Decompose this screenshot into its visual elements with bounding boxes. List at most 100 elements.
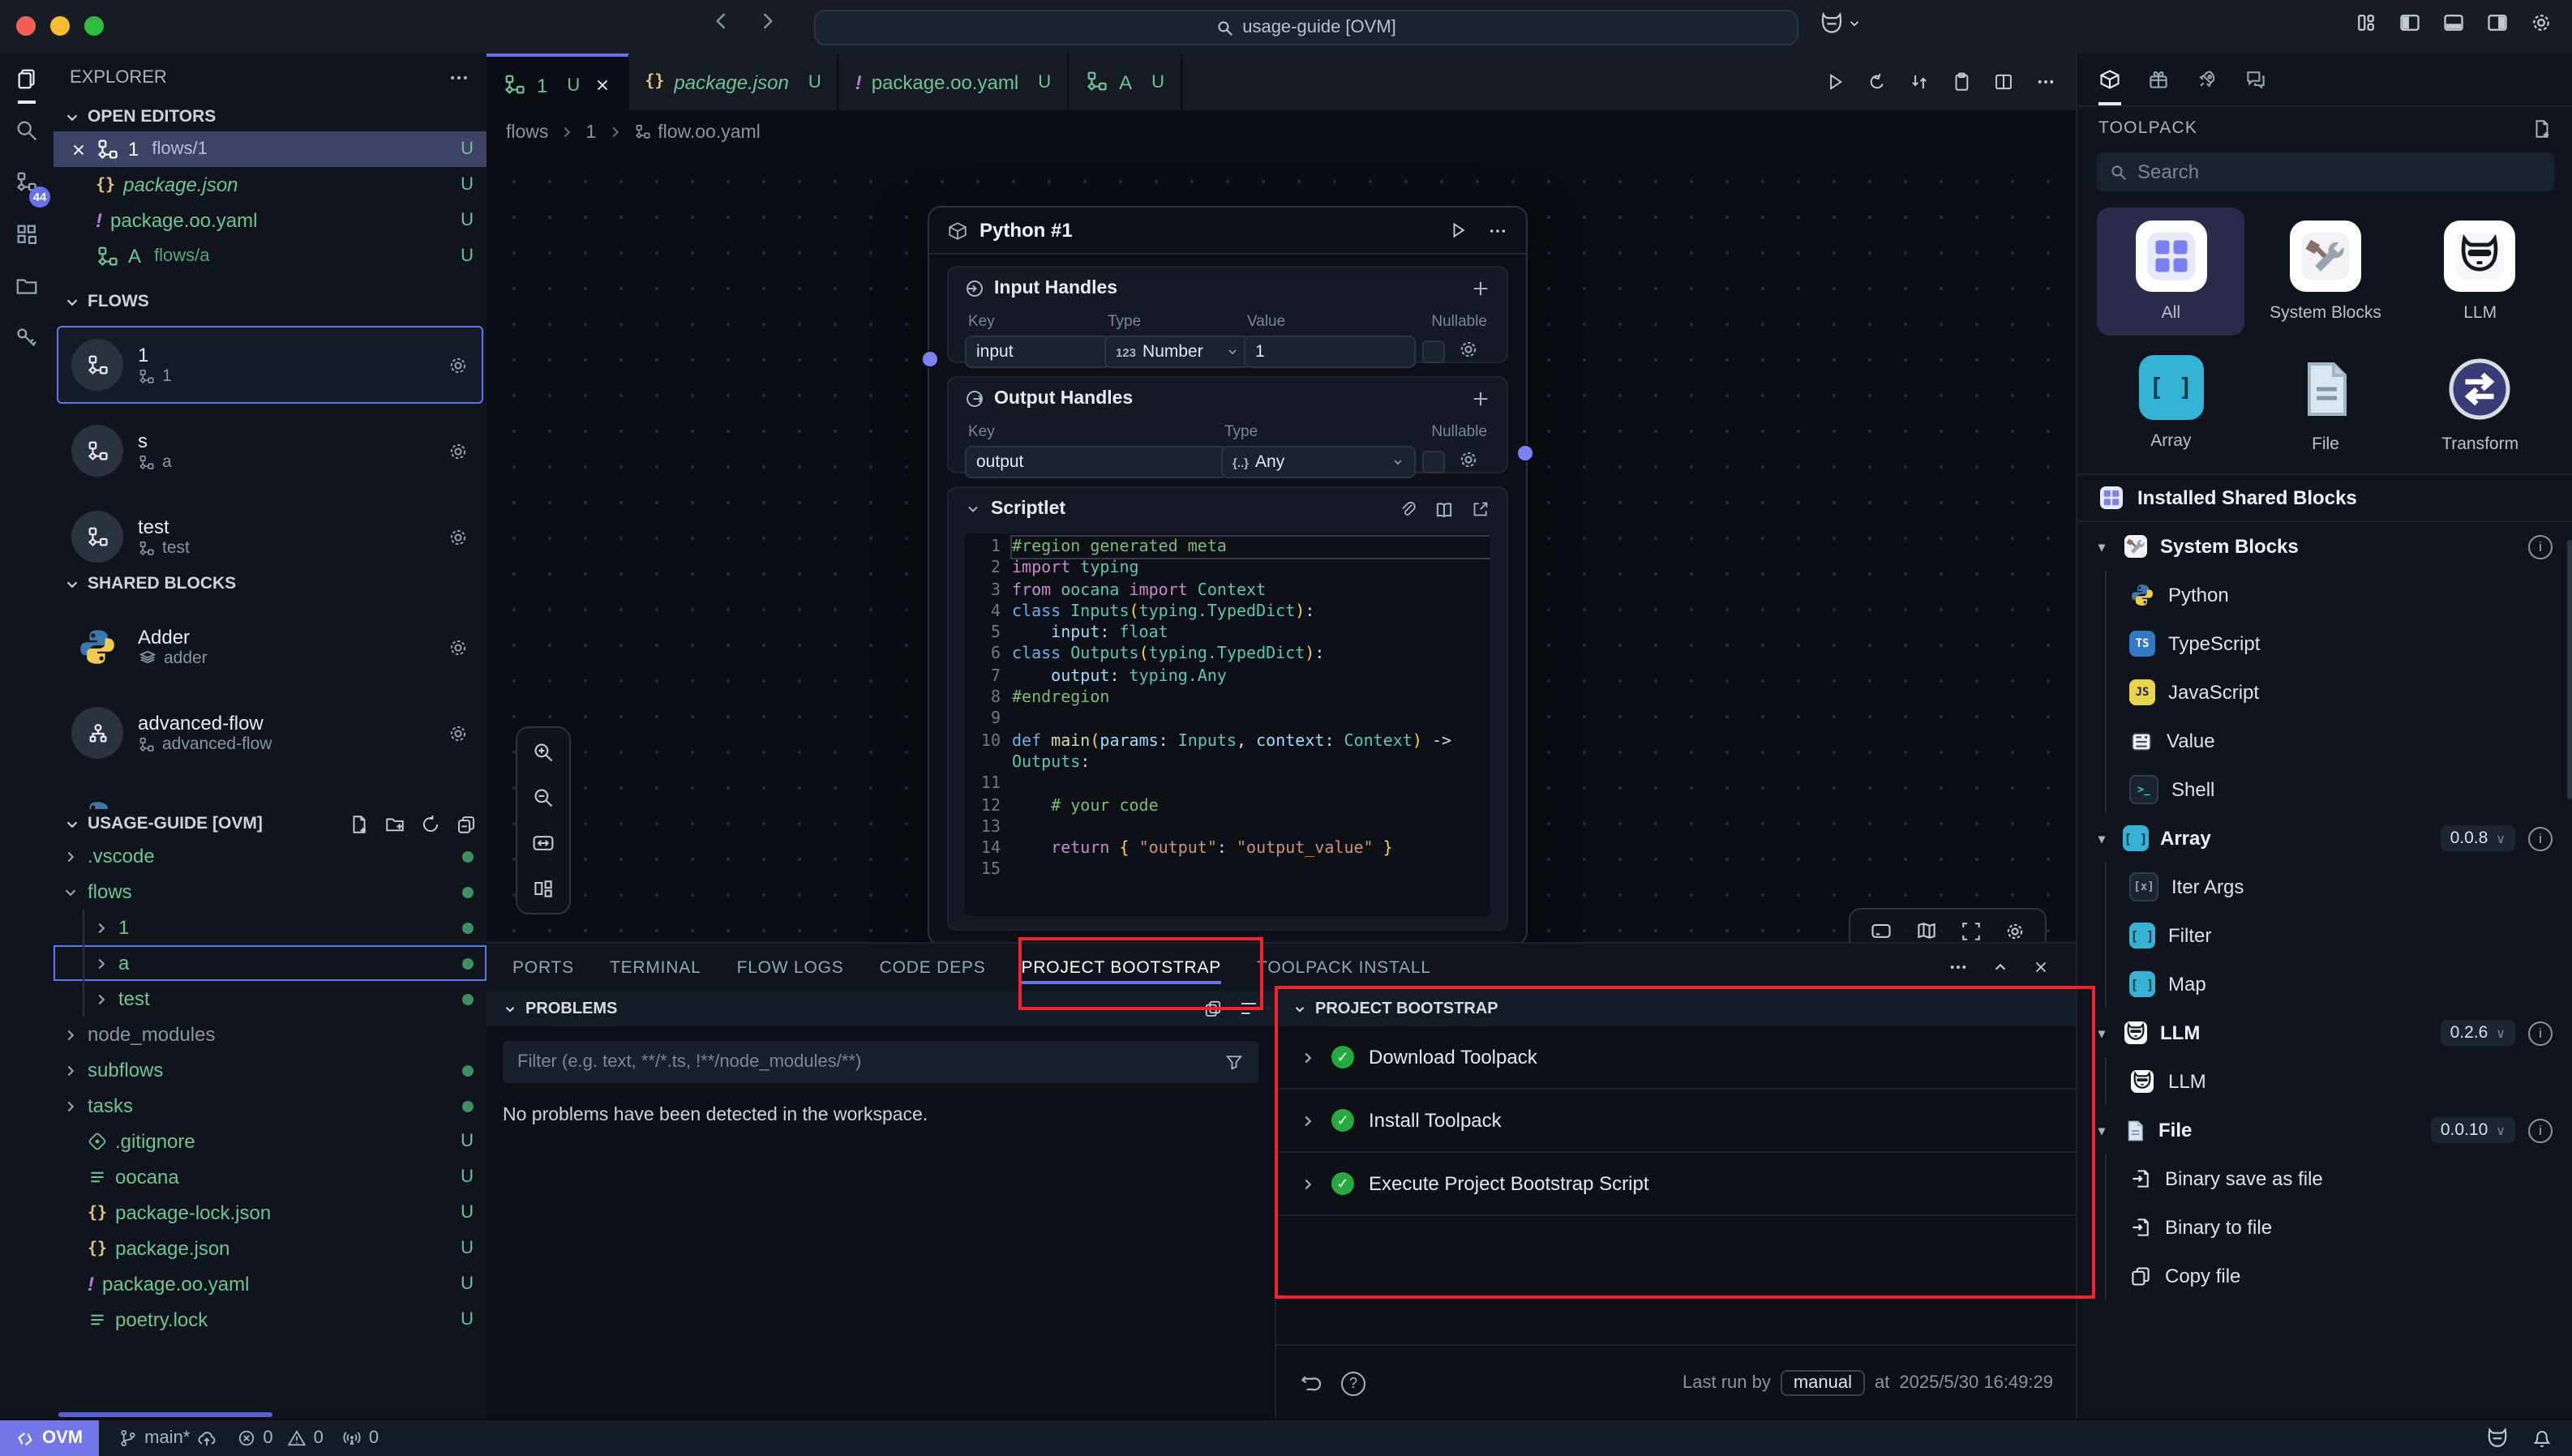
new-file-icon[interactable] bbox=[2531, 118, 2553, 139]
activity-item-blocks[interactable] bbox=[15, 222, 39, 251]
code-line[interactable]: 7 output: typing.Any bbox=[965, 666, 1490, 688]
category-array[interactable]: [ ]Array bbox=[2097, 342, 2245, 467]
input-nullable-checkbox[interactable] bbox=[1422, 340, 1445, 363]
info-icon[interactable]: i bbox=[2528, 1021, 2553, 1045]
code-line[interactable]: 1#region generated meta bbox=[965, 537, 1490, 559]
panel-tab-toolpack-install[interactable]: TOOLPACK INSTALL bbox=[1257, 944, 1431, 991]
chevron-down-icon[interactable] bbox=[503, 1001, 517, 1016]
tree-item-poetry.lock[interactable]: poetry.lockU bbox=[54, 1302, 487, 1338]
more-dots-icon[interactable] bbox=[448, 66, 470, 89]
funnel-icon[interactable] bbox=[1224, 1052, 1244, 1072]
code-line[interactable]: 12 # your code bbox=[965, 795, 1490, 817]
category-llm[interactable]: LLM bbox=[2406, 208, 2554, 336]
fox-icon[interactable] bbox=[2486, 1427, 2509, 1450]
gear-icon[interactable] bbox=[448, 636, 469, 657]
editor-tab-package.json[interactable]: {}package.jsonU bbox=[628, 54, 838, 110]
installed-block-llm[interactable]: LLM bbox=[2077, 1057, 2572, 1106]
workspace-header[interactable]: USAGE-GUIDE [OVM] bbox=[54, 809, 487, 838]
compare-icon[interactable] bbox=[1909, 71, 1930, 92]
fit-view-icon[interactable] bbox=[1961, 920, 1982, 941]
code-line[interactable]: 4class Inputs(typing.TypedDict): bbox=[965, 602, 1490, 623]
code-line[interactable]: 3from oocana import Context bbox=[965, 580, 1490, 602]
tree-item-oocana[interactable]: oocanaU bbox=[54, 1159, 487, 1195]
split-editor-icon[interactable] bbox=[1993, 71, 2014, 92]
tree-item-package.oo.yaml[interactable]: !package.oo.yamlU bbox=[54, 1266, 487, 1302]
panel-bottom-icon[interactable] bbox=[2442, 11, 2465, 34]
bootstrap-step[interactable]: ✓Execute Project Bootstrap Script bbox=[1276, 1153, 2076, 1216]
installed-group-system-blocks[interactable]: ▾System Blocksi bbox=[2077, 522, 2572, 571]
chevron-down-icon[interactable] bbox=[965, 501, 981, 517]
open-editor-item[interactable]: Aflows/aU bbox=[54, 238, 487, 274]
version-select[interactable]: 0.2.6∨ bbox=[2441, 1020, 2515, 1046]
chevron-right-icon[interactable] bbox=[1299, 1175, 1317, 1193]
code-line[interactable]: 6class Outputs(typing.TypedDict): bbox=[965, 644, 1490, 666]
assistant-menu[interactable] bbox=[1820, 11, 1862, 36]
code-line[interactable]: 9 bbox=[965, 709, 1490, 731]
panel-tab-ports[interactable]: PORTS bbox=[512, 944, 574, 991]
rerun-icon[interactable] bbox=[1867, 71, 1888, 92]
shared-block-card-advanced-flow[interactable]: advanced-flowadvanced-flow bbox=[57, 694, 483, 772]
output-edge-port[interactable] bbox=[1516, 444, 1534, 462]
editor-tab-A[interactable]: AU bbox=[1069, 54, 1182, 110]
panel-tab-terminal[interactable]: TERMINAL bbox=[610, 944, 701, 991]
panel-left-icon[interactable] bbox=[2398, 11, 2421, 34]
zoom-out-icon[interactable] bbox=[532, 786, 555, 809]
installed-block-filter[interactable]: [ ]Filter bbox=[2077, 911, 2572, 960]
back-arrow-icon[interactable] bbox=[710, 10, 733, 32]
category-all[interactable]: All bbox=[2097, 208, 2245, 336]
filter-list-icon[interactable] bbox=[1239, 999, 1258, 1018]
python-node[interactable]: Python #1 Input Handles KeyTypeValueNull… bbox=[928, 206, 1528, 942]
tree-horizontal-scrollbar[interactable] bbox=[58, 1412, 272, 1417]
problems-indicator[interactable]: 0 0 bbox=[237, 1428, 324, 1448]
tree-item-a[interactable]: a bbox=[54, 945, 487, 981]
more-dots-icon[interactable] bbox=[1487, 220, 1508, 241]
activity-item-folder[interactable] bbox=[15, 274, 39, 303]
editor-tab-package.oo.yaml[interactable]: !package.oo.yamlU bbox=[839, 54, 1069, 110]
gear-icon[interactable] bbox=[448, 808, 469, 809]
installed-group-file[interactable]: ▾File0.0.10∨i bbox=[2077, 1106, 2572, 1154]
right-scrollbar[interactable] bbox=[2567, 540, 2572, 799]
output-nullable-checkbox[interactable] bbox=[1422, 451, 1445, 473]
info-icon[interactable]: i bbox=[2528, 1118, 2553, 1142]
problems-filter-input[interactable]: Filter (e.g. text, **/*.ts, !**/node_mod… bbox=[503, 1041, 1258, 1083]
gear-icon[interactable] bbox=[448, 722, 469, 743]
breadcrumb-segment[interactable]: 1 bbox=[585, 122, 596, 142]
installed-block-binary-to-file[interactable]: Binary to file bbox=[2077, 1203, 2572, 1252]
bootstrap-step[interactable]: ✓Install Toolpack bbox=[1276, 1090, 2076, 1153]
info-icon[interactable]: i bbox=[2528, 826, 2553, 850]
activity-item-search[interactable] bbox=[15, 118, 39, 148]
toolpack-tab-rocket-icon[interactable] bbox=[2196, 54, 2218, 105]
tree-item-.gitignore[interactable]: .gitignoreU bbox=[54, 1124, 487, 1159]
shared-block-card-python[interactable]: python bbox=[57, 780, 483, 809]
open-editor-item[interactable]: 1flows/1U bbox=[54, 131, 487, 167]
code-line[interactable]: 5 input: float bbox=[965, 623, 1490, 644]
tree-item-package.json[interactable]: {}package.jsonU bbox=[54, 1231, 487, 1266]
code-line[interactable]: 11 bbox=[965, 774, 1490, 796]
copy-pages-icon[interactable] bbox=[1203, 999, 1223, 1018]
add-output-handle-icon[interactable] bbox=[1471, 389, 1490, 409]
zoom-in-icon[interactable] bbox=[532, 741, 555, 764]
maximize-chevron-icon[interactable] bbox=[1991, 957, 2009, 978]
close-traffic-light[interactable] bbox=[16, 16, 36, 36]
installed-group-llm[interactable]: ▾LLM0.2.6∨i bbox=[2077, 1008, 2572, 1057]
scriptlet-code-editor[interactable]: 1#region generated meta2import typing3fr… bbox=[965, 533, 1490, 916]
installed-block-python[interactable]: Python bbox=[2077, 571, 2572, 619]
activity-item-keys[interactable] bbox=[15, 326, 39, 355]
code-line[interactable]: 8#endregion bbox=[965, 687, 1490, 709]
bell-icon[interactable] bbox=[2531, 1427, 2553, 1450]
input-settings-gear-icon[interactable] bbox=[1458, 339, 1479, 360]
tree-item-subflows[interactable]: subflows bbox=[54, 1052, 487, 1088]
tree-item-.vscode[interactable]: .vscode bbox=[54, 838, 487, 874]
run-icon[interactable] bbox=[1824, 71, 1845, 92]
input-edge-port[interactable] bbox=[921, 350, 939, 368]
installed-group-array[interactable]: ▾[ ]Array0.0.8∨i bbox=[2077, 814, 2572, 863]
more-dots-icon[interactable] bbox=[2035, 71, 2056, 92]
panel-toggle-icon[interactable] bbox=[1870, 919, 1893, 942]
editor-tab-1[interactable]: 1U bbox=[487, 54, 628, 113]
installed-block-iter-args[interactable]: [x]Iter Args bbox=[2077, 863, 2572, 911]
panel-tab-project-bootstrap[interactable]: PROJECT BOOTSTRAP bbox=[1022, 944, 1222, 991]
tree-item-1[interactable]: 1 bbox=[54, 910, 487, 945]
book-icon[interactable] bbox=[1434, 499, 1455, 520]
shared-blocks-header[interactable]: SHARED BLOCKS bbox=[54, 569, 487, 598]
shared-block-card-Adder[interactable]: Adderadder bbox=[57, 608, 483, 686]
